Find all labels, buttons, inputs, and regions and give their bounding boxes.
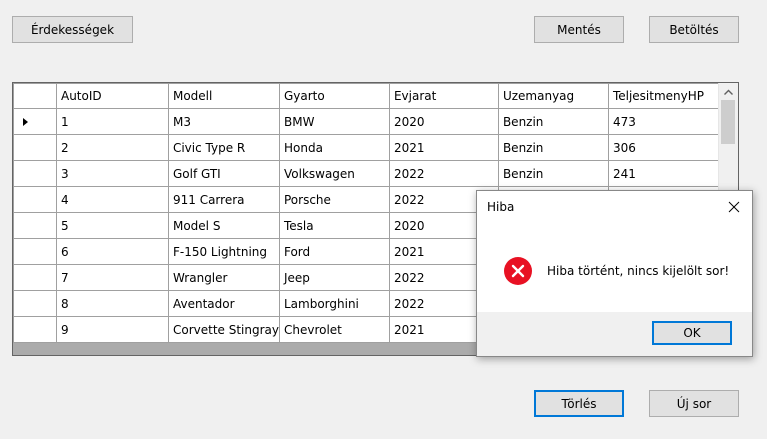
corner-header-cell[interactable]	[13, 83, 57, 109]
cell-modell[interactable]: Corvette Stingray	[167, 316, 280, 343]
delete-button[interactable]: Törlés	[534, 390, 624, 417]
cell-autoid[interactable]: 4	[55, 186, 169, 213]
cell-gyarto[interactable]: Volkswagen	[278, 160, 390, 187]
new-row-button[interactable]: Új sor	[649, 390, 739, 417]
cell-autoid[interactable]: 5	[55, 212, 169, 239]
cell-teljesitmenyhp[interactable]: 241	[607, 160, 719, 187]
scrollbar-thumb[interactable]	[721, 100, 735, 144]
load-button[interactable]: Betöltés	[649, 16, 739, 43]
cell-gyarto[interactable]: Lamborghini	[278, 290, 390, 317]
column-header-evjarat[interactable]: Evjarat	[388, 83, 499, 109]
close-icon[interactable]	[726, 199, 742, 215]
cell-modell[interactable]: M3	[167, 108, 280, 135]
cell-autoid[interactable]: 2	[55, 134, 169, 161]
cell-autoid[interactable]: 3	[55, 160, 169, 187]
cell-autoid[interactable]: 9	[55, 316, 169, 343]
dialog-title: Hiba	[487, 200, 515, 214]
row-header-cell[interactable]	[13, 108, 57, 135]
dialog-message: Hiba történt, nincs kijelölt sor!	[547, 264, 730, 278]
row-header-cell[interactable]	[13, 316, 57, 343]
cell-teljesitmenyhp[interactable]: 306	[607, 134, 719, 161]
cell-modell[interactable]: Golf GTI	[167, 160, 280, 187]
table-header-row: AutoID Modell Gyarto Evjarat Uzemanyag T…	[13, 83, 719, 109]
column-header-modell[interactable]: Modell	[167, 83, 280, 109]
cell-gyarto[interactable]: Ford	[278, 238, 390, 265]
cell-modell[interactable]: Model S	[167, 212, 280, 239]
row-header-cell[interactable]	[13, 134, 57, 161]
cell-modell[interactable]: F-150 Lightning	[167, 238, 280, 265]
cell-modell[interactable]: 911 Carrera	[167, 186, 280, 213]
cell-autoid[interactable]: 1	[55, 108, 169, 135]
cell-gyarto[interactable]: Chevrolet	[278, 316, 390, 343]
error-icon	[503, 256, 533, 286]
table-row[interactable]: 2 Civic Type R Honda 2021 Benzin 306	[13, 134, 719, 161]
table-row[interactable]: 3 Golf GTI Volkswagen 2022 Benzin 241	[13, 160, 719, 187]
cell-autoid[interactable]: 6	[55, 238, 169, 265]
table-row[interactable]: 1 M3 BMW 2020 Benzin 473	[13, 108, 719, 135]
cell-uzemanyag[interactable]: Benzin	[497, 108, 609, 135]
ok-button[interactable]: OK	[652, 321, 732, 345]
cell-evjarat[interactable]: 2020	[388, 108, 499, 135]
row-header-cell[interactable]	[13, 238, 57, 265]
properties-button[interactable]: Érdekességek	[12, 16, 133, 43]
row-selector-icon	[23, 117, 28, 126]
dialog-titlebar[interactable]: Hiba	[477, 191, 752, 223]
cell-uzemanyag[interactable]: Benzin	[497, 134, 609, 161]
row-header-cell[interactable]	[13, 264, 57, 291]
error-dialog: Hiba Hiba történt, nincs kijelölt sor! O…	[476, 190, 753, 357]
cell-modell[interactable]: Aventador	[167, 290, 280, 317]
column-header-gyarto[interactable]: Gyarto	[278, 83, 390, 109]
cell-evjarat[interactable]: 2021	[388, 134, 499, 161]
chevron-up-icon[interactable]	[719, 83, 738, 100]
cell-modell[interactable]: Civic Type R	[167, 134, 280, 161]
save-button[interactable]: Mentés	[534, 16, 624, 43]
cell-gyarto[interactable]: Honda	[278, 134, 390, 161]
row-header-cell[interactable]	[13, 212, 57, 239]
cell-gyarto[interactable]: Jeep	[278, 264, 390, 291]
column-header-teljesitmenyhp[interactable]: TeljesitmenyHP	[607, 83, 719, 109]
cell-autoid[interactable]: 7	[55, 264, 169, 291]
cell-evjarat[interactable]: 2022	[388, 160, 499, 187]
row-header-cell[interactable]	[13, 160, 57, 187]
row-header-cell[interactable]	[13, 290, 57, 317]
cell-gyarto[interactable]: Tesla	[278, 212, 390, 239]
dialog-footer: OK	[477, 312, 752, 356]
row-header-cell[interactable]	[13, 186, 57, 213]
cell-uzemanyag[interactable]: Benzin	[497, 160, 609, 187]
cell-autoid[interactable]: 8	[55, 290, 169, 317]
cell-modell[interactable]: Wrangler	[167, 264, 280, 291]
column-header-uzemanyag[interactable]: Uzemanyag	[497, 83, 609, 109]
column-header-autoid[interactable]: AutoID	[55, 83, 169, 109]
cell-gyarto[interactable]: Porsche	[278, 186, 390, 213]
cell-gyarto[interactable]: BMW	[278, 108, 390, 135]
cell-teljesitmenyhp[interactable]: 473	[607, 108, 719, 135]
